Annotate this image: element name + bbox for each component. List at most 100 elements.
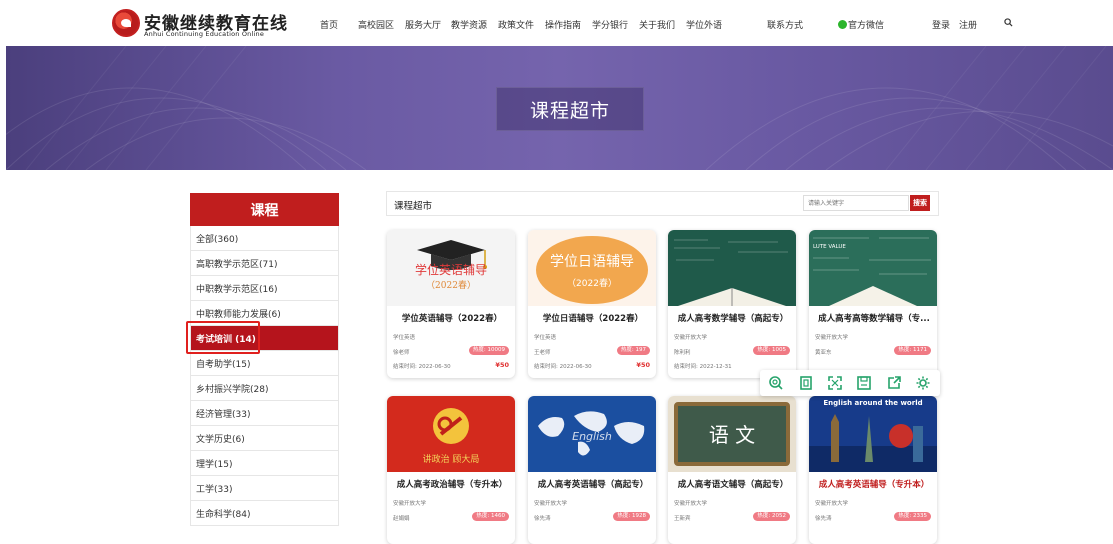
sidebar-item-literature-history[interactable]: 文学历史(6) <box>190 426 339 451</box>
course-category: 安徽开放大学 <box>674 335 708 341</box>
sidebar-item-engineering[interactable]: 工学(33) <box>190 476 339 501</box>
course-title: 成人高考政治辅导（专升本） <box>396 480 508 490</box>
banner-title-box: 课程超市 <box>496 87 644 131</box>
site-logo[interactable]: 安徽继续教育在线 Anhui Continuing Education Onli… <box>112 9 287 39</box>
zoom-search-icon[interactable] <box>768 375 784 391</box>
sidebar-item-self-study[interactable]: 自考助学(15) <box>190 351 339 376</box>
save-icon[interactable] <box>856 375 872 391</box>
thumbnail-caption: English around the world <box>823 399 922 407</box>
course-thumbnail: English <box>528 396 656 472</box>
thumbnail-caption: 学位日语辅导 <box>550 254 634 270</box>
thumbnail-caption: 语 文 <box>709 423 755 447</box>
wechat-icon <box>838 20 847 29</box>
course-card[interactable]: 讲政治 顾大局 成人高考政治辅导（专升本） 安徽开放大学 赵娟娟 热度: 146… <box>387 396 515 544</box>
page-title: 课程超市 <box>529 99 610 122</box>
course-thumbnail: LUTE VALUE <box>809 230 937 306</box>
fullscreen-icon[interactable] <box>827 375 843 391</box>
sidebar-item-vocational-college[interactable]: 高职教学示范区(71) <box>190 251 339 276</box>
popularity-badge: 热度: 2052 <box>753 512 790 521</box>
thumbnail-caption: English <box>572 430 612 443</box>
nav-item-service[interactable]: 服务大厅 <box>405 18 441 31</box>
course-category: 安徽开放大学 <box>393 501 427 507</box>
course-card[interactable]: LUTE VALUE 成人高考高等数学辅导（专... 安徽开放大学 黄亚东 热度… <box>809 230 937 378</box>
end-date: 结束时间: 2022-12-31 <box>674 364 732 370</box>
sidebar-item-all[interactable]: 全部(360) <box>190 226 339 251</box>
course-title: 成人高考数学辅导（高起专） <box>677 314 789 324</box>
course-thumbnail: 学位日语辅导 （2022春） <box>528 230 656 306</box>
course-category: 学位英语 <box>534 335 557 341</box>
course-market-header: 课程超市 搜索 <box>386 191 939 216</box>
nav-item-contact[interactable]: 联系方式 <box>767 18 803 31</box>
sidebar-item-rural-revitalization[interactable]: 乡村振兴学院(28) <box>190 376 339 401</box>
thumbnail-subcaption: （2022春） <box>567 277 617 289</box>
thumbnail-caption: 学位英语辅导 <box>415 262 487 277</box>
course-category: 安徽开放大学 <box>534 501 568 507</box>
nav-item-degree-language[interactable]: 学位外语 <box>686 18 722 31</box>
course-thumbnail: 学位英语辅导 （2022春） <box>387 230 515 306</box>
search-button[interactable]: 搜索 <box>910 195 930 211</box>
nav-item-wechat[interactable]: 官方微信 <box>838 18 884 31</box>
course-category: 安徽开放大学 <box>815 335 849 341</box>
nav-item-credit-bank[interactable]: 学分银行 <box>592 18 628 31</box>
register-link[interactable]: 注册 <box>959 18 977 31</box>
nav-item-guide[interactable]: 操作指南 <box>545 18 581 31</box>
course-category: 学位英语 <box>393 335 416 341</box>
nav-item-campus[interactable]: 高校园区 <box>358 18 394 31</box>
popularity-badge: 热度: 1460 <box>472 512 509 521</box>
nav-item-resources[interactable]: 教学资源 <box>451 18 487 31</box>
nav-item-policy[interactable]: 政策文件 <box>498 18 534 31</box>
course-thumbnail: 讲政治 顾大局 <box>387 396 515 472</box>
course-teacher: 陈利利 <box>674 350 691 356</box>
thumbnail-subcaption: （2022春） <box>426 279 476 291</box>
popularity-badge: 热度: 1928 <box>613 512 650 521</box>
logo-emblem-icon <box>112 9 140 37</box>
popularity-badge: 热度: 1005 <box>753 346 790 355</box>
course-category: 安徽开放大学 <box>815 501 849 507</box>
search-icon[interactable] <box>1004 18 1013 27</box>
share-icon[interactable] <box>886 375 902 391</box>
course-thumbnail <box>668 230 796 306</box>
section-title: 课程超市 <box>394 201 433 212</box>
course-card[interactable]: English around the world 成人高考英语辅导（专升本） 安… <box>809 396 937 544</box>
end-date: 结束时间: 2022-06-30 <box>393 364 451 370</box>
course-teacher: 王新宾 <box>674 516 691 522</box>
popularity-badge: 热度: 10009 <box>468 346 509 355</box>
wechat-label: 官方微信 <box>848 21 885 31</box>
settings-gear-icon[interactable] <box>915 375 931 391</box>
nav-item-home[interactable]: 首页 <box>320 18 338 31</box>
course-teacher: 王老师 <box>534 350 551 356</box>
course-teacher: 徐先涛 <box>815 516 832 522</box>
course-card[interactable]: 语 文 成人高考语文辅导（高起专） 安徽开放大学 王新宾 热度: 2052 <box>668 396 796 544</box>
course-title: 成人高考语文辅导（高起专） <box>677 480 789 490</box>
course-thumbnail: 语 文 <box>668 396 796 472</box>
category-sidebar: 课程 全部(360) 高职教学示范区(71) 中职教学示范区(16) 中职教师能… <box>190 193 339 526</box>
nav-item-about[interactable]: 关于我们 <box>639 18 675 31</box>
course-card[interactable]: English 成人高考英语辅导（高起专） 安徽开放大学 徐先涛 热度: 192… <box>528 396 656 544</box>
login-link[interactable]: 登录 <box>932 18 950 31</box>
course-teacher: 徐先涛 <box>534 516 551 522</box>
course-title: 学位英语辅导（2022春） <box>401 314 503 324</box>
course-category: 安徽开放大学 <box>674 501 708 507</box>
end-date: 结束时间: 2022-06-30 <box>534 364 592 370</box>
course-card[interactable]: 学位英语辅导 （2022春） 学位英语辅导（2022春） 学位英语 徐老师 热度… <box>387 230 515 378</box>
sidebar-item-science[interactable]: 理学(15) <box>190 451 339 476</box>
sidebar-item-economics[interactable]: 经济管理(33) <box>190 401 339 426</box>
sidebar-item-life-science[interactable]: 生命科学(84) <box>190 501 339 526</box>
search-input[interactable] <box>803 195 909 211</box>
course-teacher: 徐老师 <box>393 350 410 356</box>
course-card[interactable]: 学位日语辅导 （2022春） 学位日语辅导（2022春） 学位英语 王老师 热度… <box>528 230 656 378</box>
course-thumbnail: English around the world <box>809 396 937 472</box>
highlight-annotation-box <box>186 321 260 354</box>
sidebar-item-secondary-vocational[interactable]: 中职教学示范区(16) <box>190 276 339 301</box>
popularity-badge: 热度: 197 <box>616 346 650 355</box>
window-icon[interactable] <box>798 375 814 391</box>
site-header: 安徽继续教育在线 Anhui Continuing Education Onli… <box>0 0 1113 46</box>
course-title: 学位日语辅导（2022春） <box>542 314 644 324</box>
sidebar-title: 课程 <box>190 193 339 226</box>
course-price: ¥50 <box>495 361 509 369</box>
course-title: 成人高考英语辅导（高起专） <box>537 480 649 490</box>
popularity-badge: 热度: 2335 <box>894 512 931 521</box>
logo-english-name: Anhui Continuing Education Online <box>144 30 265 38</box>
course-card[interactable]: 成人高考数学辅导（高起专） 安徽开放大学 陈利利 热度: 1005 结束时间: … <box>668 230 796 378</box>
floating-toolbar <box>760 370 940 396</box>
